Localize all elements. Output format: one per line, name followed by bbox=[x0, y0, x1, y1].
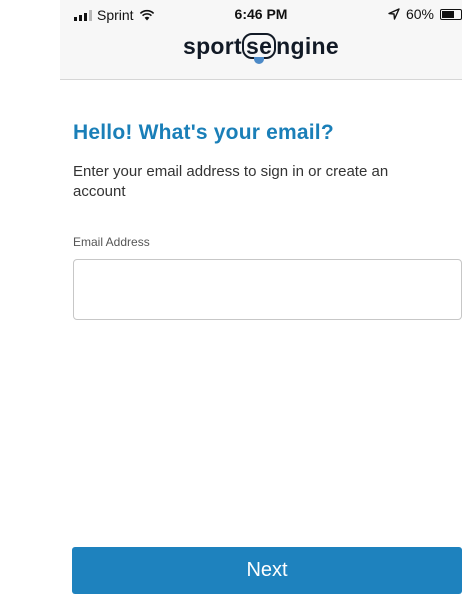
status-bar: Sprint 6:46 PM 60% bbox=[60, 0, 462, 30]
page-subtext: Enter your email address to sign in or c… bbox=[73, 163, 389, 200]
logo-text-before: sport bbox=[182, 33, 242, 59]
status-right: 60% bbox=[388, 6, 462, 22]
sign-in-screen: Sprint 6:46 PM 60% sport se ngine Hello! W… bbox=[0, 0, 462, 599]
battery-icon bbox=[440, 8, 462, 20]
location-icon bbox=[388, 8, 400, 20]
logo-text-after: ngine bbox=[276, 33, 340, 59]
next-button[interactable]: Next bbox=[72, 547, 462, 594]
sportsengine-logo: sport se ngine bbox=[60, 33, 462, 64]
page-title: Hello! What's your email? bbox=[73, 121, 334, 144]
email-label: Email Address bbox=[73, 235, 150, 249]
logo-text-seal: se bbox=[245, 33, 273, 59]
email-field[interactable] bbox=[73, 259, 462, 320]
battery-percent: 60% bbox=[405, 6, 434, 22]
top-bar: Sprint 6:46 PM 60% sport se ngine bbox=[60, 0, 462, 80]
logo-seal: se bbox=[241, 33, 277, 64]
